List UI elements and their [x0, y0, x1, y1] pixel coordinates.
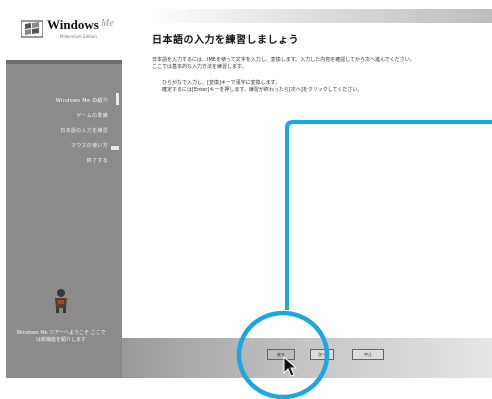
logo-edition-mark: Me	[101, 18, 114, 29]
sidebar-item-game[interactable]: ゲームの準備	[76, 112, 108, 119]
cancel-button[interactable]: 中止	[352, 349, 384, 360]
current-item-marker	[116, 93, 119, 105]
logo-text: Windows	[47, 17, 99, 32]
callout-line	[285, 120, 492, 310]
next-button[interactable]: 次へ	[310, 349, 334, 360]
sidebar-item-exit[interactable]: 終了する	[87, 157, 108, 164]
instruction-line: 日本語を入力するには、IMEを使って文字を入力し、変換します。入力した内容を確認…	[152, 57, 415, 63]
sidebar-item-label: 終了する	[86, 158, 108, 164]
logo-area: Windows Me Millennium Edition	[0, 0, 122, 60]
sidebar-item-mouse[interactable]: マウスの使い方	[71, 142, 108, 149]
sidebar-top-band	[6, 60, 122, 64]
sidebar-item-label: Windows Me の紹介	[55, 98, 108, 104]
mascot-icon	[55, 289, 67, 313]
instruction-line: ひらがなで入力し、[変換]キーで漢字に変換します。	[162, 80, 281, 86]
windows-flag-icon	[21, 20, 43, 38]
sidebar-item-japanese-input[interactable]: 日本語の入力を練習	[60, 127, 108, 134]
sidebar-pointer-line	[111, 146, 119, 150]
sidebar-item-label: 日本語の入力を練習	[60, 128, 108, 134]
page-title: 日本語の入力を練習しましょう	[152, 35, 299, 46]
wizard-window: Windows Me Millennium Edition Windows Me…	[0, 0, 492, 399]
sidebar-item-label: マウスの使い方	[70, 143, 108, 149]
sidebar: Windows Me の紹介 ゲームの準備 日本語の入力を練習 マウスの使い方 …	[6, 60, 122, 378]
button-bar	[122, 338, 492, 378]
header-gradient-bar	[152, 9, 492, 23]
logo-subtitle: Millennium Edition	[60, 34, 97, 39]
instruction-line: 確定するには[Enter]キーを押します。練習が終わったら[次へ]をクリックして…	[162, 87, 363, 93]
sidebar-note: Windows Me ツアーへようこそ ここでは新機能を紹介します	[16, 330, 106, 343]
sidebar-item-label: ゲームの準備	[76, 113, 108, 119]
mouse-pointer-icon	[283, 356, 298, 377]
instruction-line: ここでは基本的な入力方法を練習します。	[152, 64, 247, 70]
sidebar-item-intro[interactable]: Windows Me の紹介	[56, 97, 108, 104]
